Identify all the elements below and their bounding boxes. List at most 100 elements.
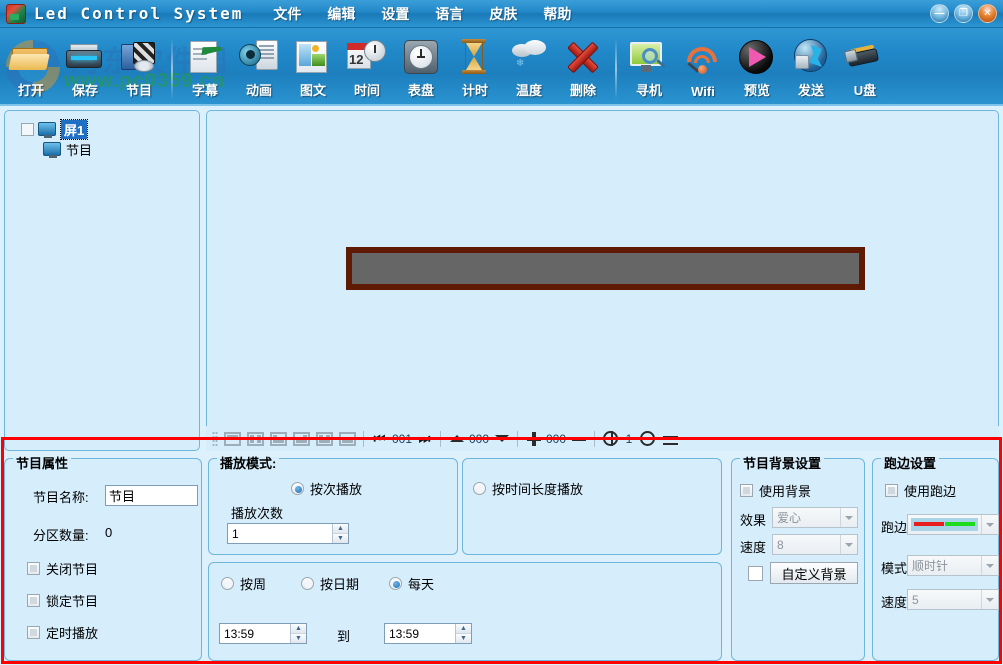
led-preview-panel[interactable] [206, 110, 999, 451]
checkbox-close-program[interactable]: 关闭节目 [27, 559, 98, 578]
spinner-up-icon[interactable]: ▲ [456, 624, 471, 634]
add-button[interactable] [523, 429, 544, 448]
toolbar-button-temperature[interactable]: ❄ 温度 [502, 30, 556, 104]
border-mode-combo[interactable]: 顺时针 [907, 555, 999, 576]
spinner-down-icon[interactable]: ▼ [333, 534, 348, 543]
toolbar-button-delete[interactable]: 删除 [556, 30, 610, 104]
radio-icon[interactable] [221, 577, 234, 590]
move-up-button[interactable] [446, 429, 467, 448]
checkbox-icon[interactable] [27, 594, 40, 607]
checkbox-icon[interactable] [885, 484, 898, 497]
spinner-buttons[interactable]: ▲ ▼ [290, 624, 306, 643]
radio-icon[interactable] [291, 482, 304, 495]
program-properties-legend: 节目属性 [13, 457, 71, 470]
layout-button-2[interactable] [245, 429, 266, 448]
checkbox-custom-background[interactable] [748, 565, 763, 583]
toolbar-button-clock[interactable]: 表盘 [394, 30, 448, 104]
border-style-combo[interactable] [907, 514, 999, 535]
zoom-out-button[interactable] [637, 429, 658, 448]
tree-label-program[interactable]: 节目 [66, 140, 92, 159]
toolbar-button-preview[interactable]: 预览 [730, 30, 784, 104]
expander-icon[interactable] [21, 123, 34, 136]
tree-label-screen1[interactable]: 屏1 [61, 120, 87, 139]
spinner-buttons[interactable]: ▲ ▼ [455, 624, 471, 643]
toolbar-button-save[interactable]: 保存 [58, 30, 112, 104]
tree-item-screen1[interactable]: 屏1 [5, 119, 199, 139]
toolbar-button-time[interactable]: 12 时间 [340, 30, 394, 104]
toolbar-button-wifi[interactable]: Wifi [676, 30, 730, 104]
checkbox-icon[interactable] [748, 566, 763, 581]
menu-item-help[interactable]: 帮助 [541, 2, 573, 26]
toolbar-button-program[interactable]: 节目 [112, 30, 166, 104]
toolbar-button-animation[interactable]: 动画 [232, 30, 286, 104]
close-button[interactable]: ✕ [978, 4, 997, 23]
radio-by-date[interactable]: 按日期 [301, 574, 359, 593]
play-count-spinner[interactable]: 1 ▲ ▼ [227, 523, 349, 544]
fit-button[interactable] [660, 429, 681, 448]
menu-item-settings[interactable]: 设置 [379, 2, 411, 26]
background-speed-combo[interactable]: 8 [772, 534, 858, 555]
menu-item-edit[interactable]: 编辑 [325, 2, 357, 26]
toolbar-button-udisk[interactable]: U盘 [838, 30, 892, 104]
screen-tree-panel[interactable]: 屏1 节目 [4, 110, 200, 451]
border-speed-combo[interactable]: 5 [907, 589, 999, 610]
toolbar-button-send[interactable]: 发送 [784, 30, 838, 104]
toolbar-button-find-device[interactable]: 寻机 [622, 30, 676, 104]
play-count-value[interactable]: 1 [228, 524, 332, 543]
radio-icon[interactable] [473, 482, 486, 495]
layout-button-5[interactable] [314, 429, 335, 448]
checkbox-icon[interactable] [27, 562, 40, 575]
chevron-down-icon[interactable] [981, 515, 998, 534]
time-to-spinner[interactable]: 13:59 ▲ ▼ [384, 623, 472, 644]
radio-icon[interactable] [389, 577, 402, 590]
menu-item-language[interactable]: 语言 [433, 2, 465, 26]
time-from-spinner[interactable]: 13:59 ▲ ▼ [219, 623, 307, 644]
background-effect-combo[interactable]: 爱心 [772, 507, 858, 528]
checkbox-icon[interactable] [740, 484, 753, 497]
checkbox-timed-play[interactable]: 定时播放 [27, 623, 98, 642]
layout-button-6[interactable] [337, 429, 358, 448]
time-to-value[interactable]: 13:59 [385, 624, 455, 643]
maximize-button[interactable]: ❐ [954, 4, 973, 23]
minimize-button[interactable]: — [930, 4, 949, 23]
toolbar-button-timer[interactable]: 计时 [448, 30, 502, 104]
radio-play-by-count[interactable]: 按次播放 [291, 479, 362, 498]
toolbar-grip-icon[interactable] [212, 431, 218, 447]
checkbox-lock-program[interactable]: 锁定节目 [27, 591, 98, 610]
layout-button-3[interactable] [268, 429, 289, 448]
zoom-in-button[interactable] [600, 429, 621, 448]
chevron-down-icon[interactable] [981, 590, 998, 609]
menu-item-file[interactable]: 文件 [271, 2, 303, 26]
menu-item-skin[interactable]: 皮肤 [487, 2, 519, 26]
time-from-value[interactable]: 13:59 [220, 624, 290, 643]
control-separator-4 [594, 431, 595, 447]
program-name-input[interactable] [105, 485, 198, 506]
remove-button[interactable] [568, 429, 589, 448]
tree-item-program[interactable]: 节目 [5, 139, 199, 159]
spinner-up-icon[interactable]: ▲ [333, 524, 348, 534]
radio-every-day[interactable]: 每天 [389, 574, 434, 593]
layout-button-4[interactable] [291, 429, 312, 448]
chevron-down-icon[interactable] [981, 556, 998, 575]
first-page-button[interactable]: ⏮ [369, 429, 390, 448]
checkbox-icon[interactable] [27, 626, 40, 639]
spinner-down-icon[interactable]: ▼ [456, 634, 471, 643]
toolbar-button-open[interactable]: 打开 [4, 30, 58, 104]
radio-by-week[interactable]: 按周 [221, 574, 266, 593]
checkbox-use-border[interactable]: 使用跑边 [885, 481, 956, 500]
chevron-down-icon[interactable] [840, 535, 857, 554]
custom-background-button[interactable]: 自定义背景 [770, 562, 858, 584]
toolbar-button-picture-text[interactable]: 图文 [286, 30, 340, 104]
spinner-buttons[interactable]: ▲ ▼ [332, 524, 348, 543]
chevron-down-icon[interactable] [840, 508, 857, 527]
last-page-button[interactable]: ⏭ [414, 429, 435, 448]
radio-play-by-duration[interactable]: 按时间长度播放 [473, 479, 583, 498]
radio-icon[interactable] [301, 577, 314, 590]
move-down-button[interactable] [491, 429, 512, 448]
led-screen-preview[interactable] [346, 247, 865, 290]
checkbox-use-background[interactable]: 使用背景 [740, 481, 811, 500]
toolbar-button-subtitle[interactable]: 字幕 [178, 30, 232, 104]
spinner-down-icon[interactable]: ▼ [291, 634, 306, 643]
spinner-up-icon[interactable]: ▲ [291, 624, 306, 634]
layout-button-1[interactable] [222, 429, 243, 448]
